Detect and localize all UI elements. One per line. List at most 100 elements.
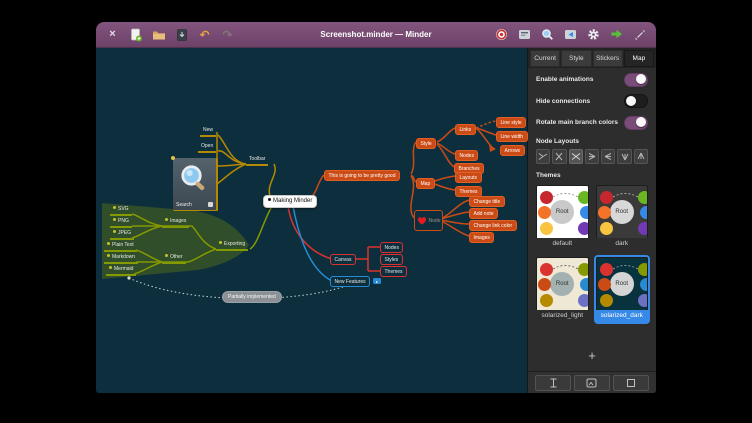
titlebar[interactable]: × ↶ ↷ Screenshot.minder — Minder [96,22,656,48]
fullscreen-button[interactable] [632,27,647,42]
rotate-branch-colors-label: Rotate main branch colors [536,119,618,126]
map-node-new[interactable]: New [200,126,216,137]
map-node-add-note[interactable]: Add note [469,208,498,219]
layout-vertical-button[interactable] [552,149,566,164]
layout-downwards-button[interactable] [634,149,648,164]
map-node-nodes[interactable]: Nodes [455,150,478,161]
resize-icon [634,29,646,41]
map-node-mermaid[interactable]: Mermaid [106,265,136,276]
map-node-line-width[interactable]: Line width [496,131,528,142]
undo-button[interactable]: ↶ [197,27,212,42]
tab-map[interactable]: Map [624,50,654,67]
map-node-canvas-styles[interactable]: Styles [380,254,403,265]
map-node-exporting[interactable]: Exporting [216,240,248,251]
undo-icon: ↶ [199,29,209,41]
save-icon [175,28,189,42]
map-node-images[interactable]: Images [162,217,189,228]
leaf-dot-icon [113,230,116,233]
enable-animations-toggle[interactable] [624,73,648,87]
hide-connections-toggle[interactable] [624,94,648,108]
leaf-dot-icon [109,266,112,269]
theme-name: dark [596,238,649,250]
add-theme-button[interactable]: + [528,344,656,371]
map-node-plain-text[interactable]: Plain Text [104,241,137,252]
map-node-map[interactable]: Map [416,178,435,189]
redo-button[interactable]: ↷ [220,27,235,42]
theme-color-dot [640,206,649,219]
map-node-root[interactable]: Making Minder [263,195,317,208]
tab-style[interactable]: Style [561,50,591,67]
app-window: × ↶ ↷ Screenshot.minder — Minder [96,22,656,393]
layout-upwards-button[interactable] [617,149,631,164]
layout-to-right-button[interactable] [601,149,615,164]
theme-color-dot [540,222,553,235]
theme-name: solarized_light [536,310,589,322]
focus-mode-icon [495,28,508,41]
image-button[interactable] [574,375,610,391]
focus-mode-button[interactable] [494,27,509,42]
share-arrow-icon [610,28,623,41]
map-node-markdown[interactable]: Markdown [104,253,138,264]
map-node-toolbar[interactable]: Toolbar [246,155,268,166]
share-button[interactable] [609,27,624,42]
map-node-search-image[interactable]: Search [173,158,218,211]
frame-icon [626,378,636,388]
heart-icon [417,216,427,225]
theme-name: solarized_dark [596,310,649,322]
frame-button[interactable] [613,375,649,391]
map-node-svg[interactable]: SVG [110,205,132,216]
layout-manual-button[interactable] [536,149,550,164]
map-node-line-style[interactable]: Line style [496,117,526,128]
enable-animations-label: Enable animations [536,76,593,83]
text-anchor-button[interactable] [535,375,571,391]
open-file-button[interactable] [151,27,166,42]
map-node-canvas-nodes[interactable]: Nodes [380,242,403,253]
zoom-button[interactable] [540,27,555,42]
hide-connections-label: Hide connections [536,98,590,105]
new-document-icon [129,28,143,42]
presentation-button[interactable] [517,27,532,42]
map-node-change-title[interactable]: Change title [469,196,505,207]
map-node-canvas[interactable]: Canvas [330,254,356,265]
rotate-branch-colors-toggle[interactable] [624,116,648,130]
node-layouts-row [528,148,656,167]
map-node-main[interactable]: This is going to be pretty good [324,170,400,181]
theme-solarized-light[interactable]: Root solarized_light [536,257,589,322]
mindmap-canvas[interactable]: Making Minder Toolbar New Open Save As S… [96,48,527,393]
map-node-change-link-color[interactable]: Change link color [469,220,517,231]
map-node-arrows[interactable]: Arrows [500,145,525,156]
map-node-heart[interactable]: Node [414,210,443,231]
map-node-canvas-themes[interactable]: Themes [380,266,407,277]
export-image-button[interactable] [563,27,578,42]
connection-title[interactable]: Partially implemented [222,291,282,303]
map-node-images-child[interactable]: Images [469,232,494,243]
image-icon [586,378,597,388]
rotate-branch-colors-row: Rotate main branch colors [528,111,656,133]
close-window-button[interactable]: × [105,27,120,42]
layout-to-left-button[interactable] [585,149,599,164]
text-anchor-icon [549,378,558,388]
map-node-new-features[interactable]: New Features [330,276,370,287]
tab-current[interactable]: Current [530,50,560,67]
map-node-png[interactable]: PNG [110,217,132,228]
map-node-jpeg[interactable]: JPEG [110,229,134,240]
layout-horizontal-button[interactable] [569,149,583,164]
map-node-links[interactable]: Links [455,124,476,135]
map-node-layouts[interactable]: Layouts [455,172,482,183]
theme-solarized-dark[interactable]: Root solarized_dark [596,257,649,322]
map-node-style[interactable]: Style [416,138,436,149]
theme-dark[interactable]: Root dark [596,185,649,250]
theme-color-dot [600,191,613,204]
theme-default[interactable]: Root default [536,185,589,250]
map-node-other[interactable]: Other [162,253,186,264]
map-node-open[interactable]: Open [198,142,216,153]
settings-button[interactable] [586,27,601,42]
theme-color-dot [540,294,553,307]
new-document-button[interactable] [128,27,143,42]
theme-color-dot [578,263,589,276]
redo-icon: ↷ [222,29,232,41]
save-button[interactable] [174,27,189,42]
themes-heading: Themes [528,167,656,182]
tab-stickers[interactable]: Stickers [593,50,623,67]
note-badge-icon[interactable]: ▸ [373,278,381,284]
